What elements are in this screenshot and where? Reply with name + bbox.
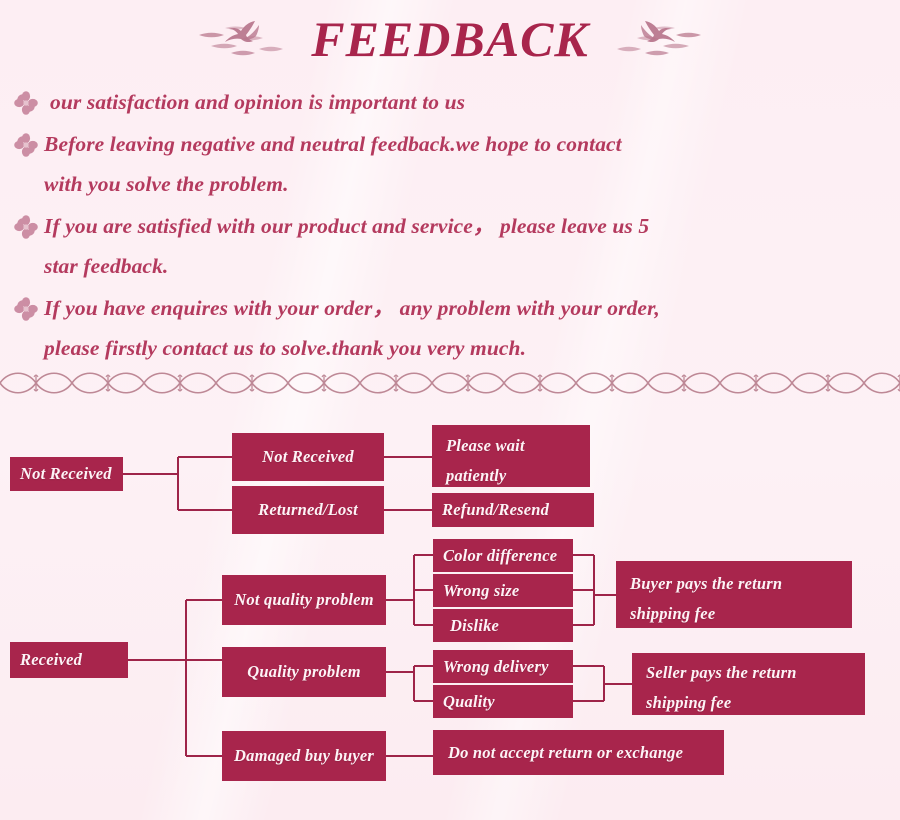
list-item-line: Before leaving negative and neutral feed… xyxy=(44,132,622,156)
list-item-text: our satisfaction and opinion is importan… xyxy=(44,82,465,122)
flow-node-not-quality-problem[interactable]: Not quality problem xyxy=(222,575,386,625)
flow-node-label: Received xyxy=(20,650,83,669)
flower-bullet-icon xyxy=(14,297,38,321)
flow-node-label: Not Received xyxy=(20,464,112,483)
feedback-notes-list: our satisfaction and opinion is importan… xyxy=(14,82,886,370)
flow-node-do-not-accept-return-or-exchange[interactable]: Do not accept return or exchange xyxy=(433,730,724,775)
list-item-text: Before leaving negative and neutral feed… xyxy=(44,124,622,204)
list-item-line: please firstly contact us to solve.thank… xyxy=(44,336,527,360)
flow-node-label: Do not accept return or exchange xyxy=(448,742,684,762)
flow-node-label-line: shipping fee xyxy=(646,693,732,712)
flow-node-wrong-delivery[interactable]: Wrong delivery xyxy=(433,650,573,683)
flow-node-label-line: patiently xyxy=(446,466,507,485)
flow-node-color-difference[interactable]: Color difference xyxy=(433,539,573,572)
flow-node-quality[interactable]: Quality xyxy=(433,685,573,718)
flow-node-wrong-size[interactable]: Wrong size xyxy=(433,574,573,607)
flow-node-buyer-pays-return-shipping-fee[interactable]: Buyer pays the return shipping fee xyxy=(616,561,852,628)
flower-bullet-icon xyxy=(14,91,38,115)
flow-node-label: Color difference xyxy=(443,545,558,565)
flow-node-please-wait-patiently[interactable]: Please wait patiently xyxy=(432,425,590,487)
flow-node-label: Quality problem xyxy=(247,662,361,681)
flow-node-label: Quality xyxy=(443,691,495,711)
flow-node-received-root[interactable]: Received xyxy=(10,642,128,678)
list-item: our satisfaction and opinion is importan… xyxy=(14,82,886,122)
flow-node-label: Returned/Lost xyxy=(258,500,358,519)
list-item-line: If you have enquires with your order， an… xyxy=(44,296,660,320)
list-item-line: with you solve the problem. xyxy=(44,172,289,196)
list-item: Before leaving negative and neutral feed… xyxy=(14,124,886,204)
list-item-text: If you are satisfied with our product an… xyxy=(44,206,649,286)
flow-node-label: Dislike xyxy=(450,615,500,635)
list-item: If you are satisfied with our product an… xyxy=(14,206,886,286)
flow-node-label-line: Buyer pays the return xyxy=(630,574,783,593)
flow-node-returned-lost[interactable]: Returned/Lost xyxy=(232,486,384,534)
wave-scroll-divider xyxy=(0,372,900,394)
flower-bullet-icon xyxy=(14,133,38,157)
flower-bullet-icon xyxy=(14,215,38,239)
flow-node-label: Not Received xyxy=(262,447,354,466)
flow-node-label: Wrong size xyxy=(443,580,520,600)
floral-branch-ornament-left xyxy=(199,21,284,56)
flow-node-not-received-root[interactable]: Not Received xyxy=(10,457,123,491)
flow-node-label-line: Please wait xyxy=(446,436,525,455)
flow-node-label: Wrong delivery xyxy=(443,656,549,676)
list-item: If you have enquires with your order， an… xyxy=(14,288,886,368)
flow-node-quality-problem[interactable]: Quality problem xyxy=(222,647,386,697)
flow-node-label-line: shipping fee xyxy=(630,604,716,623)
flow-node-label-line: Seller pays the return xyxy=(646,663,797,682)
list-item-text: If you have enquires with your order， an… xyxy=(44,288,660,368)
list-item-line: star feedback. xyxy=(44,254,169,278)
flow-node-dislike[interactable]: Dislike xyxy=(433,609,573,642)
floral-branch-ornament-right xyxy=(616,21,701,56)
list-item-line: our satisfaction and opinion is importan… xyxy=(50,90,466,114)
list-item-line: If you are satisfied with our product an… xyxy=(44,214,650,238)
flow-node-label: Damaged buy buyer xyxy=(234,746,374,765)
flow-node-not-received-child[interactable]: Not Received xyxy=(232,433,384,481)
flow-node-seller-pays-return-shipping-fee[interactable]: Seller pays the return shipping fee xyxy=(632,653,865,715)
flow-node-damaged-buy-buyer[interactable]: Damaged buy buyer xyxy=(222,731,386,781)
flow-node-refund-resend[interactable]: Refund/Resend xyxy=(432,493,594,527)
flow-node-label: Not quality problem xyxy=(234,590,374,609)
return-policy-flowchart: Not Received Not Received Returned/Lost … xyxy=(0,418,900,818)
flow-node-label: Refund/Resend xyxy=(442,500,550,519)
page-title: FEEDBACK xyxy=(311,11,589,67)
page-header: FEEDBACK xyxy=(0,6,900,72)
